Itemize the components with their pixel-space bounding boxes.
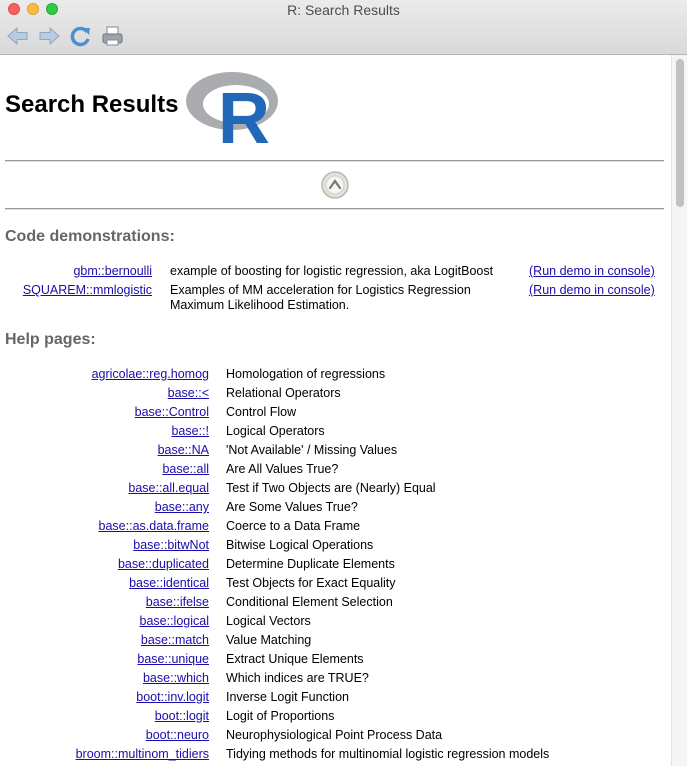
help-row: base::all.equal Test if Two Objects are (… (0, 481, 671, 500)
r-logo-letter: R (218, 79, 270, 147)
help-row: boot::inv.logit Inverse Logit Function (0, 690, 671, 709)
help-description: 'Not Available' / Missing Values (226, 443, 398, 457)
help-link[interactable]: base::which (143, 671, 209, 686)
arrow-left-icon (7, 26, 28, 46)
help-description: Tidying methods for multinomial logistic… (226, 747, 550, 761)
printer-icon (102, 26, 123, 46)
window-titlebar: R: Search Results (0, 0, 687, 55)
help-row: base::any Are Some Values True? (0, 500, 671, 519)
divider-top (5, 160, 664, 162)
help-row: boot::logit Logit of Proportions (0, 709, 671, 728)
help-description: Logical Operators (226, 424, 325, 438)
help-description: Bitwise Logical Operations (226, 538, 374, 552)
help-link[interactable]: base::< (168, 386, 209, 401)
help-description: Determine Duplicate Elements (226, 557, 395, 571)
help-link[interactable]: base::as.data.frame (99, 519, 209, 534)
help-row: base::Control Control Flow (0, 405, 671, 424)
run-demo-link[interactable]: (Run demo in console) (529, 264, 655, 279)
help-description: Are Some Values True? (226, 500, 358, 514)
help-row: base::logical Logical Vectors (0, 614, 671, 633)
vertical-scrollbar[interactable] (671, 55, 687, 766)
window-title: R: Search Results (287, 2, 400, 18)
code-demos-heading: Code demonstrations: (5, 228, 175, 245)
help-pages-list: agricolae::reg.homog Homologation of regr… (0, 367, 671, 766)
help-description: Neurophysiological Point Process Data (226, 728, 443, 742)
top-button[interactable] (320, 170, 350, 200)
r-logo: R (186, 72, 278, 147)
help-link[interactable]: base::unique (137, 652, 209, 667)
demo-link[interactable]: gbm::bernoulli (73, 264, 152, 279)
help-link[interactable]: broom::multinom_tidiers (76, 747, 209, 762)
help-row: agricolae::reg.homog Homologation of regr… (0, 367, 671, 386)
help-description: Logit of Proportions (226, 709, 335, 723)
help-row: base::as.data.frame Coerce to a Data Fram… (0, 519, 671, 538)
help-description: Inverse Logit Function (226, 690, 349, 704)
demo-description: example of boosting for logistic regress… (170, 264, 494, 278)
help-link[interactable]: base::all.equal (128, 481, 209, 496)
help-link[interactable]: base::duplicated (118, 557, 209, 572)
help-description: Coerce to a Data Frame (226, 519, 361, 533)
reload-button[interactable] (68, 24, 94, 48)
help-row: base::unique Extract Unique Elements (0, 652, 671, 671)
help-description: Test Objects for Exact Equality (226, 576, 396, 590)
help-row: base::bitwNot Bitwise Logical Operations (0, 538, 671, 557)
help-row: broom::multinom_tidiers Tidying methods f… (0, 747, 671, 766)
forward-button[interactable] (36, 24, 62, 48)
help-pages-heading: Help pages: (5, 331, 96, 348)
help-link[interactable]: base::logical (140, 614, 210, 629)
back-button[interactable] (5, 24, 31, 48)
help-link[interactable]: boot::neuro (146, 728, 209, 743)
arrow-right-icon (39, 26, 60, 46)
help-link[interactable]: boot::logit (155, 709, 209, 724)
help-row: base::duplicated Determine Duplicate Elem… (0, 557, 671, 576)
help-link[interactable]: base::identical (129, 576, 209, 591)
divider-bottom (5, 208, 664, 210)
help-description: Value Matching (226, 633, 312, 647)
help-row: boot::neuro Neurophysiological Point Proc… (0, 728, 671, 747)
help-link[interactable]: base::! (171, 424, 209, 439)
print-button[interactable] (100, 24, 126, 48)
help-description: Test if Two Objects are (Nearly) Equal (226, 481, 436, 495)
demo-link[interactable]: SQUAREM::mmlogistic (23, 283, 152, 298)
help-description: Control Flow (226, 405, 297, 419)
help-row: base::match Value Matching (0, 633, 671, 652)
help-link[interactable]: base::NA (158, 443, 209, 458)
page-title: Search Results (5, 91, 179, 118)
help-link[interactable]: base::ifelse (146, 595, 209, 610)
help-row: base::ifelse Conditional Element Selectio… (0, 595, 671, 614)
help-description: Extract Unique Elements (226, 652, 364, 666)
demo-description: Examples of MM acceleration for Logistic… (170, 283, 471, 312)
help-link[interactable]: base::bitwNot (133, 538, 209, 553)
help-link[interactable]: boot::inv.logit (136, 690, 209, 705)
help-row: base::NA 'Not Available' / Missing Values (0, 443, 671, 462)
scrollbar-thumb[interactable] (676, 59, 684, 207)
help-description: Are All Values True? (226, 462, 339, 476)
help-link[interactable]: agricolae::reg.homog (92, 367, 209, 382)
run-demo-link[interactable]: (Run demo in console) (529, 283, 655, 298)
help-link[interactable]: base::Control (135, 405, 209, 420)
help-link[interactable]: base::all (162, 462, 209, 477)
help-description: Logical Vectors (226, 614, 311, 628)
help-row: base::< Relational Operators (0, 386, 671, 405)
help-description: Relational Operators (226, 386, 341, 400)
help-row: base::all Are All Values True? (0, 462, 671, 481)
help-row: base::! Logical Operators (0, 424, 671, 443)
help-link[interactable]: base::any (155, 500, 209, 515)
help-description: Homologation of regressions (226, 367, 386, 381)
help-row: base::identical Test Objects for Exact Eq… (0, 576, 671, 595)
help-description: Conditional Element Selection (226, 595, 393, 609)
refresh-icon (70, 26, 90, 47)
help-row: base::which Which indices are TRUE? (0, 671, 671, 690)
page-content: Search Results R Code demonstrations: gb… (0, 55, 671, 766)
help-link[interactable]: base::match (141, 633, 209, 648)
help-description: Which indices are TRUE? (226, 671, 369, 685)
